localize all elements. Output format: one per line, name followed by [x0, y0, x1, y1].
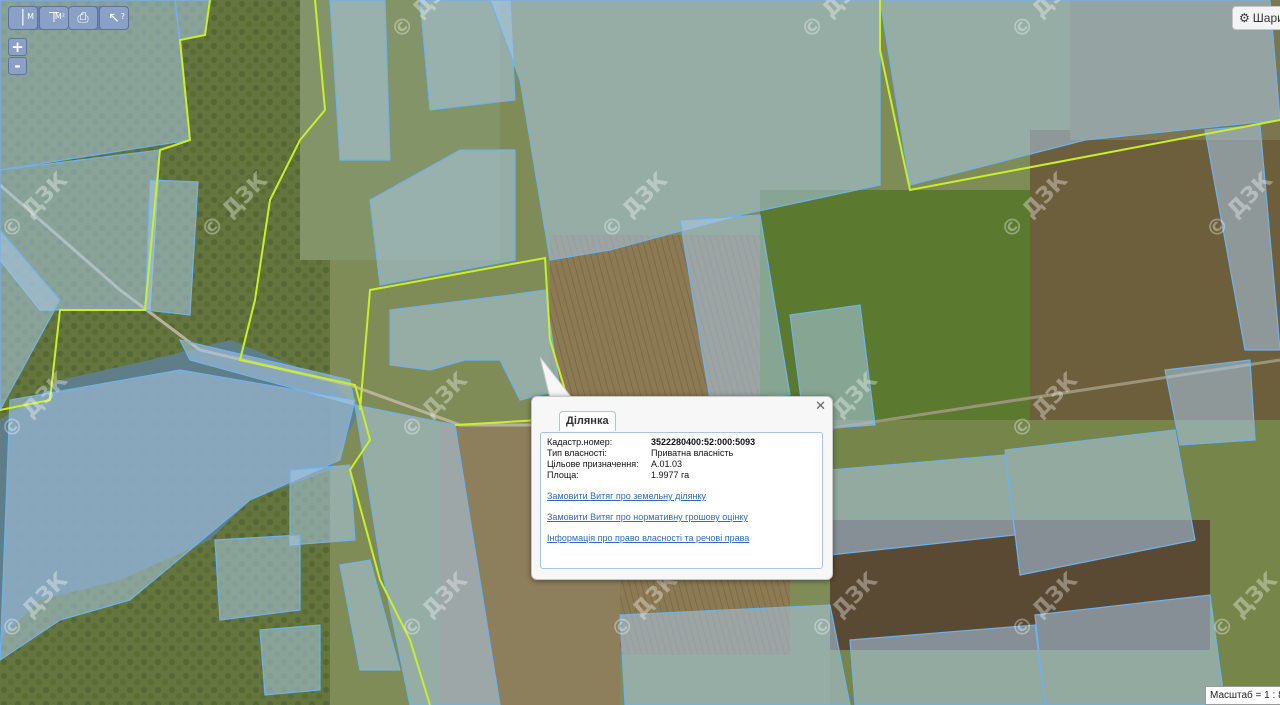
- field-area: Площа: 1.9977 га: [547, 470, 689, 480]
- parcel-info-panel: Кадастр.номер: 3522280400:52:000:5093 Тип…: [540, 432, 823, 569]
- order-valuation-link[interactable]: Замовити Витяг про нормативну грошову оц…: [547, 512, 748, 522]
- zoom-in-button[interactable]: +: [8, 38, 27, 56]
- parcel-info-popup: ✕ Ділянка Кадастр.номер: 3522280400:52:00…: [531, 396, 833, 580]
- field-cadastral-number: Кадастр.номер: 3522280400:52:000:5093: [547, 437, 755, 447]
- close-icon[interactable]: ✕: [815, 399, 826, 414]
- zoom-out-button[interactable]: -: [8, 57, 27, 75]
- cadastral-parcel[interactable]: [329, 0, 391, 161]
- cadastral-parcel[interactable]: [1034, 594, 1226, 705]
- printer-icon[interactable]: ⎙: [68, 6, 98, 30]
- zoom-control: + -: [8, 38, 27, 76]
- field-ownership-type: Тип власності: Приватна власність: [547, 448, 733, 458]
- ruler-area-icon[interactable]: ⊤ M²: [39, 6, 69, 30]
- cadastral-parcel[interactable]: [1164, 359, 1256, 446]
- cadastral-parcel[interactable]: [259, 624, 321, 696]
- tools-toolbar: ⎙ ↖?: [68, 6, 129, 30]
- field-value: A.01.03: [651, 459, 683, 469]
- cursor-question-icon[interactable]: ↖?: [99, 6, 129, 30]
- unit-label: M: [27, 12, 34, 21]
- field-value: Приватна власність: [651, 448, 734, 458]
- field-value: 3522280400:52:000:5093: [651, 437, 756, 447]
- field-purpose: Цільове призначення: A.01.03: [547, 459, 682, 469]
- ownership-info-link[interactable]: Інформація про право власності та речові…: [547, 533, 749, 543]
- ruler-length-icon[interactable]: │ M: [8, 6, 38, 30]
- unit-label: M²: [54, 12, 65, 21]
- field-label: Тип власності:: [547, 448, 607, 458]
- field-label: Цільове призначення:: [547, 459, 639, 469]
- gear-icon: ⚙: [1239, 11, 1250, 25]
- layers-button-label: Шари: [1252, 11, 1280, 25]
- field-value: 1.9977 га: [651, 470, 690, 480]
- tab-parcel[interactable]: Ділянка: [559, 411, 616, 431]
- satellite-map[interactable]: © ДЗК © ДЗК © ДЗК © ДЗК © ДЗК © ДЗК © ДЗ…: [0, 0, 1280, 705]
- cadastral-parcel[interactable]: [289, 464, 356, 546]
- identify-label: ?: [120, 12, 125, 21]
- measure-toolbar: │ M ⊤ M²: [8, 6, 69, 30]
- cadastral-parcel[interactable]: [144, 179, 199, 316]
- field-label: Площа:: [547, 470, 579, 480]
- scale-indicator: Масштаб = 1 : 8500: [1205, 686, 1280, 705]
- layers-button[interactable]: ⚙Шари: [1232, 6, 1280, 30]
- order-extract-link[interactable]: Замовити Витяг про земельну ділянку: [547, 491, 706, 501]
- cadastral-parcel[interactable]: [214, 534, 301, 621]
- field-label: Кадастр.номер:: [547, 437, 613, 447]
